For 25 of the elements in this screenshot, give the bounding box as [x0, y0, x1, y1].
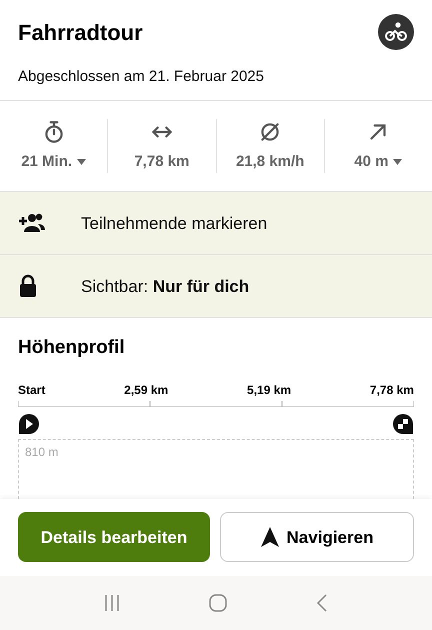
- back-icon[interactable]: [314, 592, 329, 613]
- stat-value: 21 Min.: [21, 152, 72, 172]
- edit-details-button[interactable]: Details bearbeiten: [18, 512, 210, 562]
- stat-value: 7,78 km: [134, 152, 190, 172]
- row-label: Teilnehmende markieren: [81, 212, 268, 235]
- axis-label: 5,19 km: [247, 382, 292, 399]
- lock-icon: [18, 274, 38, 298]
- row-label: Sichtbar: Nur für dich: [81, 276, 250, 298]
- elevation-label: 810 m: [25, 444, 58, 459]
- navigate-button[interactable]: Navigieren: [220, 512, 414, 562]
- axis-label: 2,59 km: [124, 382, 168, 399]
- completion-date: Abgeschlossen am 21. Februar 2025: [18, 67, 265, 87]
- navigation-arrow-icon: [260, 527, 279, 548]
- stat-value: 40 m: [354, 152, 388, 172]
- recent-apps-icon[interactable]: [103, 594, 122, 612]
- activity-title: Fahrradtour: [18, 18, 143, 46]
- bicycle-badge-icon: [378, 14, 414, 50]
- section-title: Höhenprofil: [18, 336, 126, 360]
- add-people-icon: [18, 212, 46, 234]
- tag-participants-row[interactable]: Teilnehmende markieren: [0, 192, 432, 256]
- axis-label: Start: [18, 382, 46, 399]
- home-icon[interactable]: [208, 592, 228, 613]
- axis-label: 7,78 km: [370, 382, 414, 399]
- stat-value: 21,8 km/h: [236, 152, 304, 172]
- visibility-row[interactable]: Sichtbar: Nur für dich: [0, 255, 432, 318]
